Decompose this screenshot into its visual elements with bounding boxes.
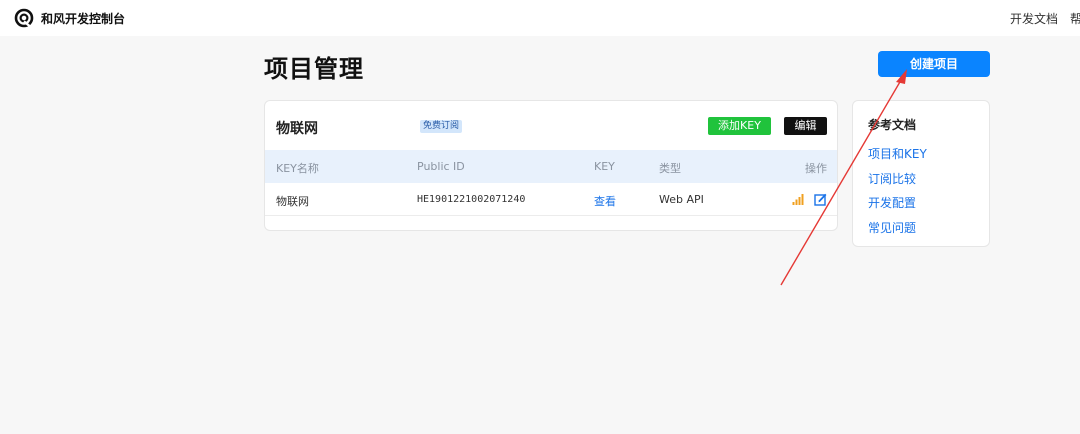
create-project-button[interactable]: 创建项目	[878, 51, 990, 77]
keys-table-header: KEY名称 Public ID KEY 类型 操作	[265, 150, 837, 183]
column-key-name: KEY名称	[276, 162, 319, 175]
ref-link-dev-config[interactable]: 开发配置	[868, 194, 916, 211]
ref-link-project-key[interactable]: 项目和KEY	[868, 145, 927, 162]
nav-dev-docs[interactable]: 开发文档	[1010, 10, 1058, 27]
stats-icon[interactable]	[792, 193, 804, 205]
top-bar: 和风开发控制台 开发文档 帮	[0, 0, 1080, 36]
edit-project-button[interactable]: 编辑	[784, 117, 827, 135]
public-id-cell: HE1901221002071240	[417, 194, 526, 205]
logo[interactable]: 和风开发控制台	[14, 8, 125, 28]
qweather-logo-icon	[14, 8, 34, 28]
key-name-cell: 物联网	[276, 195, 309, 208]
brand-name: 和风开发控制台	[41, 11, 126, 26]
view-key-link[interactable]: 查看	[594, 193, 616, 209]
column-public-id: Public ID	[417, 160, 465, 173]
edit-icon[interactable]	[814, 193, 827, 206]
add-key-button[interactable]: 添加KEY	[708, 117, 771, 135]
project-card: 物联网 免费订阅 添加KEY 编辑 KEY名称 Public ID KEY 类型…	[264, 100, 838, 231]
page-title: 项目管理	[264, 55, 364, 83]
table-row: 物联网 HE1901221002071240 查看 Web API	[265, 183, 837, 216]
nav-help[interactable]: 帮	[1070, 10, 1080, 27]
column-type: 类型	[659, 162, 681, 175]
ref-link-subscription-compare[interactable]: 订阅比较	[868, 170, 916, 187]
plan-badge: 免费订阅	[420, 120, 463, 133]
type-cell: Web API	[659, 193, 704, 206]
project-name: 物联网	[276, 121, 318, 137]
reference-docs-card: 参考文档 项目和KEY 订阅比较 开发配置 常见问题	[852, 100, 990, 247]
reference-docs-title: 参考文档	[868, 118, 917, 132]
column-actions: 操作	[805, 162, 827, 175]
column-key: KEY	[594, 160, 615, 173]
ref-link-faq[interactable]: 常见问题	[868, 219, 916, 236]
